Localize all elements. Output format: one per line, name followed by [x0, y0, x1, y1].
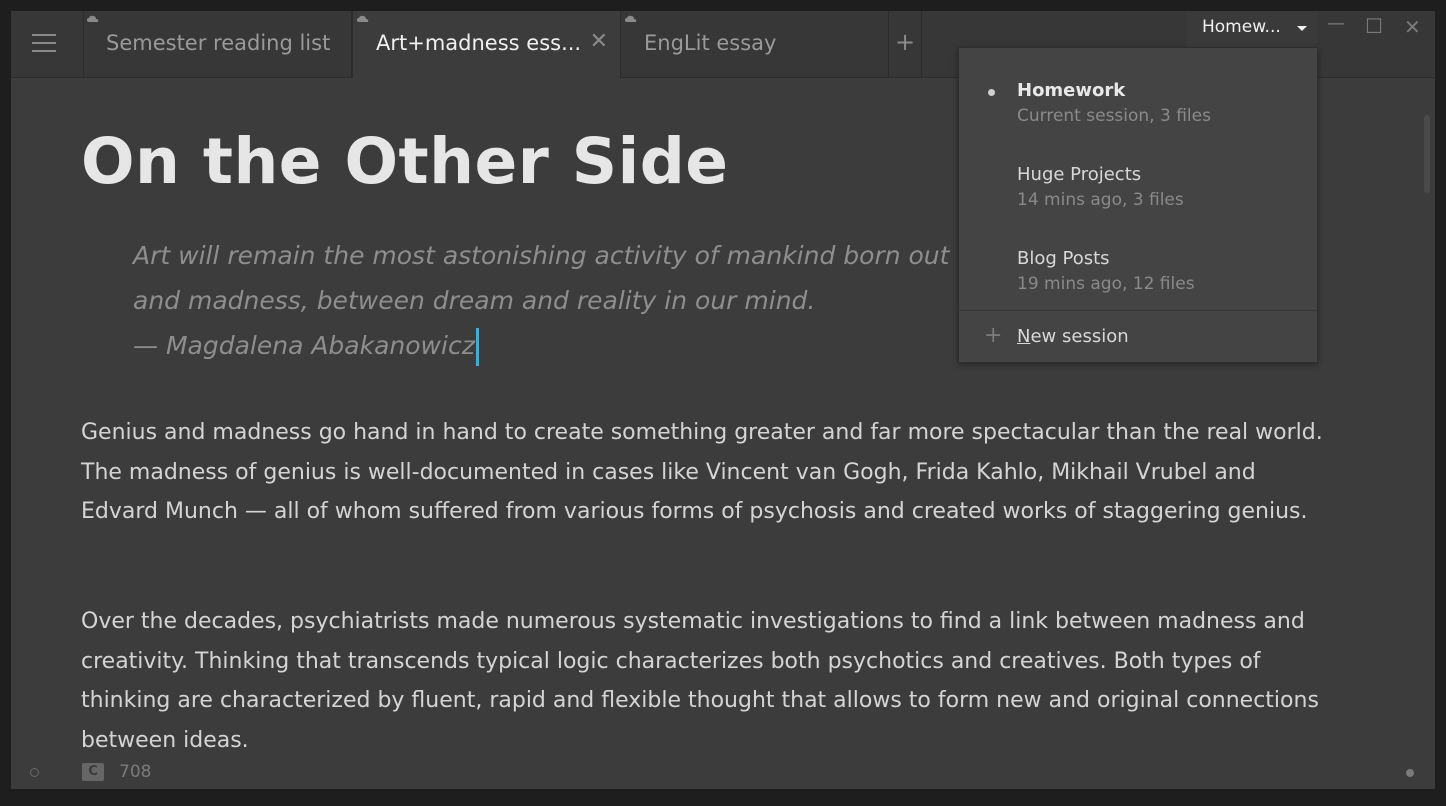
mode-badge[interactable]: C [82, 763, 104, 781]
plus-icon: + [984, 323, 1003, 348]
close-tab-icon[interactable]: ✕ [590, 29, 608, 54]
status-indicator-icon [30, 768, 39, 777]
text-cursor [475, 328, 479, 366]
session-meta: 14 mins ago, 3 files [1017, 190, 1184, 210]
session-meta: Current session, 3 files [1017, 106, 1211, 126]
tab-englit-essay[interactable]: EngLit essay [621, 11, 889, 77]
cloud-icon [625, 15, 637, 22]
paragraph: Genius and madness go hand in hand to cr… [81, 420, 1323, 524]
tab-label: EngLit essay [644, 31, 777, 55]
session-button-label: Homew... [1202, 17, 1281, 37]
quote-line: and madness, between dream and reality i… [133, 286, 816, 315]
tab-semester-reading-list[interactable]: Semester reading list [83, 11, 352, 77]
menu-icon[interactable] [11, 11, 84, 77]
session-meta: 19 mins ago, 12 files [1017, 274, 1195, 294]
tab-art-madness-essay[interactable]: Art+madness ess... ✕ [352, 11, 621, 78]
session-item-huge-projects[interactable]: Huge Projects 14 mins ago, 3 files [959, 164, 1317, 244]
new-tab-button[interactable]: + [889, 11, 922, 77]
current-session-bullet-icon [988, 89, 995, 96]
cloud-icon [87, 15, 99, 22]
session-name: Blog Posts [1017, 248, 1110, 269]
editor-window: Semester reading list Art+madness ess...… [11, 11, 1435, 789]
quote-attribution: — Magdalena Abakanowicz [133, 331, 475, 360]
caret-down-icon [1297, 26, 1307, 31]
new-session-label: New session [1017, 326, 1129, 347]
quote-line: Art will remain the most astonishing act… [133, 241, 973, 270]
session-item-blog-posts[interactable]: Blog Posts 19 mins ago, 12 files [959, 248, 1317, 328]
tab-label: Semester reading list [106, 31, 331, 55]
minimize-icon[interactable]: — [1327, 13, 1345, 34]
document-title: On the Other Side [81, 125, 729, 198]
sync-dot-icon [1406, 769, 1414, 777]
tab-label: Art+madness ess... [376, 31, 582, 55]
menu-divider [959, 310, 1317, 311]
scrollbar-thumb[interactable] [1424, 115, 1430, 193]
paragraph: Over the decades, psychiatrists made num… [81, 609, 1319, 753]
maximize-icon[interactable]: ☐ [1365, 14, 1383, 38]
word-count: 708 [119, 762, 152, 782]
sessions-dropdown: Homework Current session, 3 files Huge P… [958, 47, 1318, 363]
session-name: Homework [1017, 80, 1126, 101]
close-window-icon[interactable]: ✕ [1404, 15, 1421, 39]
new-session-button[interactable]: + New session [959, 320, 1317, 360]
session-item-homework[interactable]: Homework Current session, 3 files [959, 80, 1317, 160]
blockquote: Art will remain the most astonishing act… [133, 233, 1033, 368]
cloud-icon [357, 15, 369, 22]
session-switcher-button[interactable]: Homew... [1187, 11, 1317, 47]
session-name: Huge Projects [1017, 164, 1142, 185]
